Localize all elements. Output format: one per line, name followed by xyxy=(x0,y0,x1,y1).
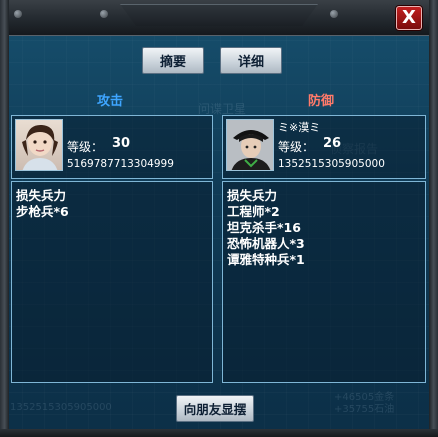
defender-card: ミ※漠ミ 等级： 26 1352515305905000 xyxy=(222,115,426,179)
attacker-level-label: 等级： xyxy=(67,140,104,154)
defense-label: 防御 xyxy=(308,94,335,109)
list-item: 损失兵力 xyxy=(16,188,67,203)
dialog-frame-left xyxy=(0,0,9,437)
dialog-frame-bottom xyxy=(0,429,438,437)
defender-level-label: 等级： xyxy=(278,140,315,154)
close-icon: X xyxy=(402,7,416,28)
attacker-loss-list: 损失兵力 步枪兵*6 xyxy=(16,188,69,220)
tab-detail[interactable]: 详细 xyxy=(220,47,282,74)
attacker-avatar xyxy=(15,119,63,171)
tab-summary[interactable]: 摘要 xyxy=(142,47,204,74)
attack-label: 攻击 xyxy=(97,94,124,109)
background-ghost-text: +35755石油 xyxy=(334,404,395,415)
avatar-portrait-icon xyxy=(22,124,58,170)
defender-avatar xyxy=(226,119,274,171)
defender-id: 1352515305905000 xyxy=(278,158,385,170)
bolt-icon xyxy=(330,10,338,18)
defender-loss-list: 损失兵力 工程师*2 坦克杀手*16 恐怖机器人*3 谭雅特种兵*1 xyxy=(227,188,305,268)
background-ghost-text: 1352515305905000 xyxy=(10,402,112,413)
list-item: 步枪兵*6 xyxy=(16,204,69,219)
defender-loss-panel: 损失兵力 工程师*2 坦克杀手*16 恐怖机器人*3 谭雅特种兵*1 xyxy=(222,181,426,383)
bolt-icon xyxy=(14,10,22,18)
battle-report-dialog: 问谍卫星 侦察报告 1352515305905000 +46505金条 +357… xyxy=(0,0,438,437)
list-item: 损失兵力 xyxy=(227,188,278,203)
list-item: 谭雅特种兵*1 xyxy=(227,252,305,267)
defender-level: 26 xyxy=(323,136,342,151)
list-item: 工程师*2 xyxy=(227,204,280,219)
attacker-card: 等级： 30 5169787713304999 xyxy=(11,115,213,179)
attacker-level: 30 xyxy=(112,136,131,151)
defender-name: ミ※漠ミ xyxy=(278,121,321,134)
attacker-id: 5169787713304999 xyxy=(67,158,174,170)
title-notch xyxy=(120,4,318,26)
avatar-portrait-icon xyxy=(227,120,273,170)
dialog-frame-right xyxy=(429,0,438,437)
list-item: 坦克杀手*16 xyxy=(227,220,301,235)
list-item: 恐怖机器人*3 xyxy=(227,236,305,251)
share-with-friends-button[interactable]: 向朋友显摆 xyxy=(176,395,254,422)
attacker-loss-panel: 损失兵力 步枪兵*6 xyxy=(11,181,213,383)
bolt-icon xyxy=(100,10,108,18)
close-button[interactable]: X xyxy=(396,6,422,30)
